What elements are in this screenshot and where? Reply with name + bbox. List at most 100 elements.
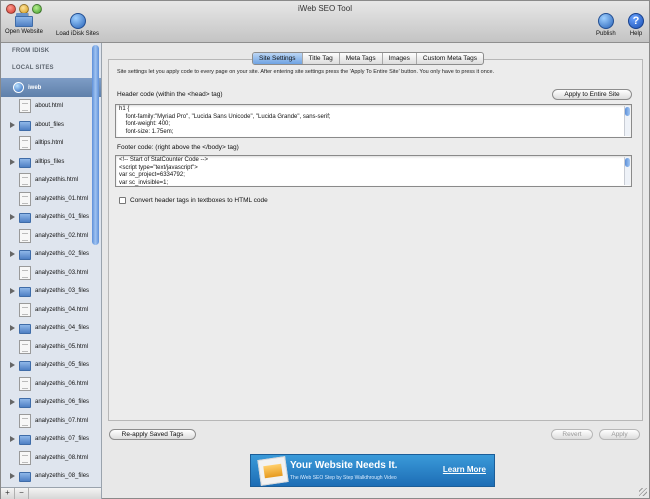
disclosure-triangle-icon[interactable]: [10, 251, 15, 257]
help-button[interactable]: ? Help: [628, 13, 644, 37]
sidebar-folder-item[interactable]: analyzethis_05_files: [1, 356, 101, 375]
file-name-label: analyzethis_05.html: [35, 343, 89, 350]
apply-entire-site-button[interactable]: Apply to Entire Site: [552, 89, 632, 100]
header-code-text: h1 { font-family:"Myriad Pro", "Lucida S…: [119, 106, 331, 135]
document-icon: [19, 136, 31, 151]
file-name-label: analyzethis_03.html: [35, 269, 89, 276]
open-website-button[interactable]: Open Website: [5, 13, 43, 35]
folder-icon: [19, 213, 31, 224]
disclosure-triangle-icon[interactable]: [10, 362, 15, 368]
load-idisk-button[interactable]: Load iDisk Sites: [56, 13, 99, 37]
folder-icon: [19, 287, 31, 298]
document-icon: [19, 302, 31, 317]
sidebar-file-item[interactable]: about.html: [1, 97, 101, 116]
sidebar-file-item[interactable]: alltips.html: [1, 134, 101, 153]
sidebar-folder-item[interactable]: analyzethis_03_files: [1, 282, 101, 301]
document-icon: [19, 99, 31, 114]
folder-icon: [19, 472, 31, 483]
header-code-label: Header code (within the <head> tag): [117, 91, 223, 98]
open-website-label: Open Website: [5, 29, 43, 35]
disclosure-triangle-icon[interactable]: [10, 473, 15, 479]
file-name-label: about.html: [35, 103, 64, 110]
footer-code-scrollbar[interactable]: [624, 157, 630, 185]
file-name-label: analyzethis_04.html: [35, 306, 89, 313]
sidebar-folder-item[interactable]: alltips_files: [1, 153, 101, 172]
folder-icon: [19, 157, 31, 168]
footer-code-label: Footer code: (right above the </body> ta…: [117, 144, 239, 151]
banner-subline: The iWeb SEO Step by Step Walkthrough Vi…: [290, 475, 397, 481]
sidebar-folder-item[interactable]: analyzethis_06_files: [1, 393, 101, 412]
document-icon: [19, 339, 31, 354]
folder-icon: [19, 398, 31, 409]
document-icon: [19, 265, 31, 280]
sidebar: FROM IDISK LOCAL SITES iweb about.html ab…: [1, 43, 102, 487]
footer-code-textarea[interactable]: <!-- Start of StatCounter Code --> <scri…: [115, 155, 632, 187]
sidebar-folder-item[interactable]: analyzethis_07_files: [1, 430, 101, 449]
sidebar-file-item[interactable]: analyzethis_01.html: [1, 190, 101, 209]
folder-icon: [19, 361, 31, 372]
header-code-textarea[interactable]: h1 { font-family:"Myriad Pro", "Lucida S…: [115, 104, 632, 138]
sidebar-folder-item[interactable]: analyzethis_02_files: [1, 245, 101, 264]
disclosure-triangle-icon[interactable]: [10, 121, 15, 128]
file-list: about.html about_files alltips.html alltips…: [1, 97, 101, 486]
sidebar-file-item[interactable]: analyzethis_06.html: [1, 375, 101, 394]
publish-globe-icon: [597, 13, 614, 29]
sidebar-file-item[interactable]: analyzethis.html: [1, 171, 101, 190]
add-site-button[interactable]: +: [1, 488, 15, 499]
tab-meta-tags[interactable]: Meta Tags: [340, 53, 383, 64]
toolbar: iWeb SEO Tool Open Website Load iDisk Si…: [1, 1, 649, 43]
convert-header-label: Convert header tags in textboxes to HTML…: [130, 197, 268, 204]
sidebar-file-item[interactable]: analyzethis_03.html: [1, 264, 101, 283]
disclosure-triangle-icon[interactable]: [10, 288, 15, 294]
publish-button[interactable]: Publish: [596, 13, 616, 37]
disclosure-triangle-icon[interactable]: [10, 436, 15, 442]
tab-bar: Site Settings Title Tag Meta Tags Images…: [252, 52, 484, 65]
window-title: iWeb SEO Tool: [298, 4, 352, 13]
sidebar-file-item[interactable]: analyzethis_05.html: [1, 338, 101, 357]
learn-more-link[interactable]: Learn More: [443, 465, 486, 474]
sidebar-folder-item[interactable]: analyzethis_04_files: [1, 319, 101, 338]
file-name-label: analyzethis_05_files: [35, 362, 90, 369]
tab-custom-meta-tags[interactable]: Custom Meta Tags: [417, 53, 483, 64]
resize-grip-icon[interactable]: [639, 488, 647, 496]
help-label: Help: [629, 31, 643, 37]
sidebar-file-item[interactable]: analyzethis_07.html: [1, 412, 101, 431]
file-name-label: analyzethis_01_files: [35, 214, 90, 221]
sidebar-scrollbar[interactable]: [92, 45, 99, 245]
apply-button[interactable]: Apply: [599, 429, 640, 440]
file-name-label: analyzethis.html: [35, 177, 79, 184]
sidebar-file-item[interactable]: analyzethis_04.html: [1, 301, 101, 320]
publish-label: Publish: [596, 31, 616, 37]
folder-icon: [19, 324, 31, 335]
header-code-scrollbar[interactable]: [624, 106, 630, 136]
disclosure-triangle-icon[interactable]: [10, 399, 15, 405]
file-name-label: analyzethis_02.html: [35, 232, 89, 239]
sidebar-file-item[interactable]: analyzethis_02.html: [1, 227, 101, 246]
reapply-saved-tags-button[interactable]: Re-apply Saved Tags: [109, 429, 196, 440]
from-idisk-heading: FROM IDISK: [12, 48, 50, 54]
promo-banner[interactable]: Your Website Needs It. The iWeb SEO Step…: [250, 454, 495, 487]
disclosure-triangle-icon[interactable]: [10, 325, 15, 331]
remove-site-button[interactable]: −: [15, 488, 29, 499]
document-icon: [19, 376, 31, 391]
disclosure-triangle-icon[interactable]: [10, 158, 15, 165]
folder-icon: [19, 250, 31, 261]
file-name-label: analyzethis_06_files: [35, 399, 90, 406]
sidebar-folder-item[interactable]: analyzethis_08_files: [1, 467, 101, 486]
sidebar-file-item[interactable]: analyzethis_08.html: [1, 449, 101, 468]
tab-title-tag[interactable]: Title Tag: [303, 53, 340, 64]
file-name-label: analyzethis_08.html: [35, 454, 89, 461]
sidebar-folder-item[interactable]: about_files: [1, 116, 101, 135]
document-icon: [19, 450, 31, 465]
file-name-label: analyzethis_06.html: [35, 380, 89, 387]
tab-images[interactable]: Images: [383, 53, 417, 64]
tab-site-settings[interactable]: Site Settings: [253, 53, 303, 64]
sidebar-item-iweb[interactable]: iweb: [1, 78, 101, 97]
site-settings-description: Site settings let you apply code to ever…: [117, 69, 495, 75]
revert-button[interactable]: Revert: [551, 429, 593, 440]
convert-header-checkbox[interactable]: [119, 197, 126, 204]
local-sites-heading: LOCAL SITES: [12, 65, 54, 71]
disclosure-triangle-icon[interactable]: [10, 214, 15, 220]
sidebar-footer: + −: [1, 487, 102, 499]
sidebar-folder-item[interactable]: analyzethis_01_files: [1, 208, 101, 227]
